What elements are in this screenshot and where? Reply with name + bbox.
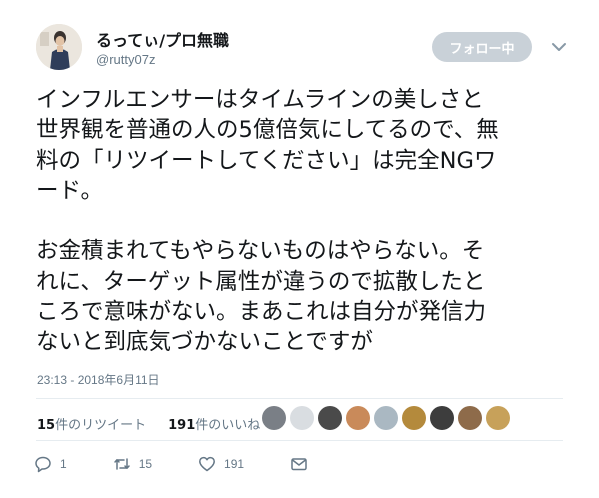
- retweet-stat[interactable]: 15件のリツイート: [37, 414, 146, 433]
- user-handle[interactable]: @rutty07z: [96, 52, 155, 67]
- tweet-text: インフルエンサーはタイムラインの美しさと 世界観を普通の人の5億倍気にしてるので…: [36, 85, 566, 358]
- envelope-icon: [291, 458, 307, 471]
- heart-icon: [199, 456, 215, 472]
- liker-avatar[interactable]: [346, 406, 370, 430]
- like-count: 191: [224, 457, 245, 471]
- retweet-icon: [113, 458, 130, 470]
- tweet-line: 世界観を普通の人の5億倍気にしてるので、無: [36, 117, 499, 144]
- tweet-line: ころで意味がない。まあこれは自分が発信力: [36, 299, 487, 326]
- liker-avatar[interactable]: [430, 406, 454, 430]
- reply-count: 1: [60, 457, 67, 471]
- tweet-line: インフルエンサーはタイムラインの美しさと: [36, 87, 484, 113]
- liker-avatar[interactable]: [290, 406, 314, 430]
- divider: [36, 440, 563, 441]
- tweet-actions: 1 15 191: [34, 454, 362, 474]
- tweet-line: お金積まれてもやらないものはやらない。そ: [36, 238, 485, 265]
- liker-avatar[interactable]: [318, 406, 342, 430]
- tweet-line: ード。: [36, 177, 104, 204]
- user-display-name[interactable]: るってぃ/プロ無職: [96, 27, 229, 51]
- like-button[interactable]: 191: [198, 455, 244, 473]
- retweet-stat-count: 15: [37, 418, 56, 433]
- following-button[interactable]: フォロー中: [432, 32, 532, 62]
- retweet-stat-label: 件のリツイート: [55, 418, 147, 433]
- tweet-line: れに、ターゲット属性が違うので拡散したと: [36, 268, 486, 295]
- liker-avatar[interactable]: [458, 406, 482, 430]
- engagement-stats: 15件のリツイート 191件のいいね: [37, 414, 260, 433]
- retweet-count: 15: [138, 457, 153, 471]
- tweet-line: 料の「リツイートしてください」は完全NGワ: [36, 147, 497, 174]
- tweet-timestamp[interactable]: 23:13 - 2018年6月11日: [37, 371, 160, 388]
- avatar-image: [36, 24, 82, 70]
- chevron-down-icon[interactable]: [549, 37, 569, 57]
- like-stat[interactable]: 191件のいいね: [168, 414, 260, 433]
- direct-message-button[interactable]: [290, 455, 316, 473]
- liker-avatar[interactable]: [402, 406, 426, 430]
- reply-icon: [35, 456, 51, 473]
- liker-avatar[interactable]: [374, 406, 398, 430]
- liker-avatars: [262, 406, 510, 430]
- retweet-button[interactable]: 15: [113, 455, 152, 473]
- reply-button[interactable]: 1: [34, 455, 67, 473]
- divider: [36, 398, 563, 399]
- tweet-line: ないと到底気づかないことですが: [36, 329, 373, 356]
- liker-avatar[interactable]: [262, 406, 286, 430]
- like-stat-count: 191: [168, 418, 196, 433]
- avatar[interactable]: [36, 24, 82, 70]
- like-stat-label: 件のいいね: [195, 418, 261, 433]
- liker-avatar[interactable]: [486, 406, 510, 430]
